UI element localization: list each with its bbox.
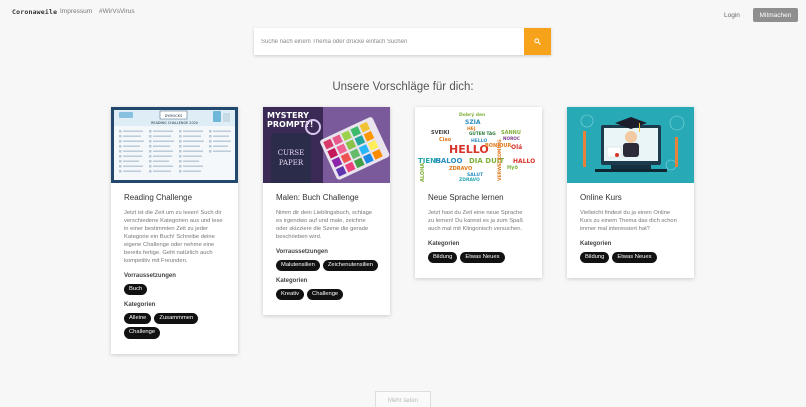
svg-text:HALLO: HALLO <box>513 158 535 165</box>
card-title: Malen: Buch Challenge <box>276 193 359 202</box>
top-navbar: Coronaweile Impressum #WirVsVirus Login … <box>0 0 806 30</box>
reading-challenge-image: DYMOCKS READING CHALLENGE 2020 <box>111 107 238 183</box>
tag-kreativ[interactable]: Kreativ <box>276 289 305 301</box>
svg-text:READING CHALLENGE 2020: READING CHALLENGE 2020 <box>151 121 198 125</box>
card-description: Nimm dir dein Lieblingsbuch, schlage es … <box>276 210 373 240</box>
suggestions-heading: Unsere Vorschläge für dich: <box>332 81 474 93</box>
svg-text:VERWELKOMING: VERWELKOMING <box>497 139 503 181</box>
svg-text:Dobrý den: Dobrý den <box>459 111 485 118</box>
sprache-wordcloud-image: HELLO Dobrý den SZIA HEJ SVEIKI GUTEN TA… <box>415 107 542 183</box>
svg-text:SVEIKI: SVEIKI <box>431 130 450 136</box>
search-icon <box>534 38 541 45</box>
login-link[interactable]: Login <box>724 12 740 19</box>
tag-challenge[interactable]: Challenge <box>124 327 161 339</box>
category-tags: Kreativ Challenge <box>276 289 378 301</box>
nav-link-impressum[interactable]: Impressum <box>60 8 92 15</box>
svg-text:GUTEN TAG: GUTEN TAG <box>469 131 496 136</box>
card-title: Neue Sprache lernen <box>428 193 504 202</box>
card-malen-buch-challenge[interactable]: MYSTERY PROMPT?! CURSE PAPER Malen: Buch… <box>263 107 390 316</box>
svg-text:DYMOCKS: DYMOCKS <box>165 114 184 118</box>
brand-logo[interactable]: Coronaweile <box>12 8 57 16</box>
tag-alleine[interactable]: Alleine <box>124 313 152 325</box>
search-button[interactable] <box>524 28 551 55</box>
tag-etwas-neues[interactable]: Etwas Neues <box>460 251 505 264</box>
svg-text:PAPER: PAPER <box>279 159 304 167</box>
svg-text:HELLO: HELLO <box>449 143 489 156</box>
tag-buch[interactable]: Buch <box>124 283 148 296</box>
nav-link-wirvsvirus[interactable]: #WirVsVirus <box>99 8 135 15</box>
requirements-label: Vorraussetzungen <box>276 248 328 255</box>
tag-bildung[interactable]: Bildung <box>580 251 610 264</box>
svg-text:MYSTERY: MYSTERY <box>267 111 309 120</box>
requirements-tags: Malutensilien Zeichenutensilien <box>276 259 378 272</box>
card-online-kurs[interactable]: Online Kurs Vielleicht findest du ja ein… <box>567 107 694 279</box>
svg-text:Olá: Olá <box>511 144 522 151</box>
tag-etwas-neues[interactable]: Etwas Neues <box>612 251 657 264</box>
category-tags: Bildung Etwas Neues <box>580 251 682 264</box>
tag-zusammmen[interactable]: Zusammmen <box>154 313 199 325</box>
tag-challenge[interactable]: Challenge <box>307 289 344 301</box>
svg-text:ZDRAVO: ZDRAVO <box>459 177 480 183</box>
svg-text:SZIA: SZIA <box>465 119 481 126</box>
tag-zeichenutensilien[interactable]: Zeichenutensilien <box>322 259 378 272</box>
svg-text:Hyö: Hyö <box>507 165 518 171</box>
card-neue-sprache[interactable]: HELLO Dobrý den SZIA HEJ SVEIKI GUTEN TA… <box>415 107 542 279</box>
categories-label: Kategorien <box>580 240 612 247</box>
tag-bildung[interactable]: Bildung <box>428 251 458 264</box>
requirements-tags: Buch <box>124 283 226 296</box>
svg-text:ZDRAVO: ZDRAVO <box>449 166 472 172</box>
malen-challenge-image: MYSTERY PROMPT?! CURSE PAPER <box>263 107 390 183</box>
svg-text:ALOHA: ALOHA <box>420 163 426 182</box>
online-kurs-image <box>567 107 694 183</box>
categories-label: Kategorien <box>124 302 156 309</box>
load-more-button[interactable]: Mehr laden <box>375 391 431 407</box>
card-description: Jetzt hast du Zeit eine neue Sprache zu … <box>428 210 524 232</box>
svg-text:HALOO: HALOO <box>435 157 462 165</box>
card-description: Vielleicht findest du ja einen Online Ku… <box>580 210 677 232</box>
svg-text:NOROC: NOROC <box>503 136 520 141</box>
tag-malutensilien[interactable]: Malutensilien <box>276 259 320 272</box>
mitmachen-button[interactable]: Mitmachen <box>753 8 798 22</box>
search-bar <box>254 28 551 55</box>
card-description: Jetzt ist die Zeit um zu lesen! Such dir… <box>124 210 223 264</box>
svg-text:CURSE: CURSE <box>278 149 304 157</box>
categories-label: Kategorien <box>276 278 308 285</box>
card-title: Reading Challenge <box>124 193 193 202</box>
categories-label: Kategorien <box>428 240 460 247</box>
card-reading-challenge[interactable]: DYMOCKS READING CHALLENGE 2020 Reading C… <box>111 107 238 354</box>
requirements-label: Vorraussetzungen <box>124 272 176 279</box>
svg-text:Ciao: Ciao <box>439 137 452 143</box>
category-tags: Alleine Zusammmen Challenge <box>124 313 226 339</box>
card-title: Online Kurs <box>580 193 622 202</box>
search-input[interactable] <box>254 28 524 55</box>
category-tags: Bildung Etwas Neues <box>428 251 530 264</box>
